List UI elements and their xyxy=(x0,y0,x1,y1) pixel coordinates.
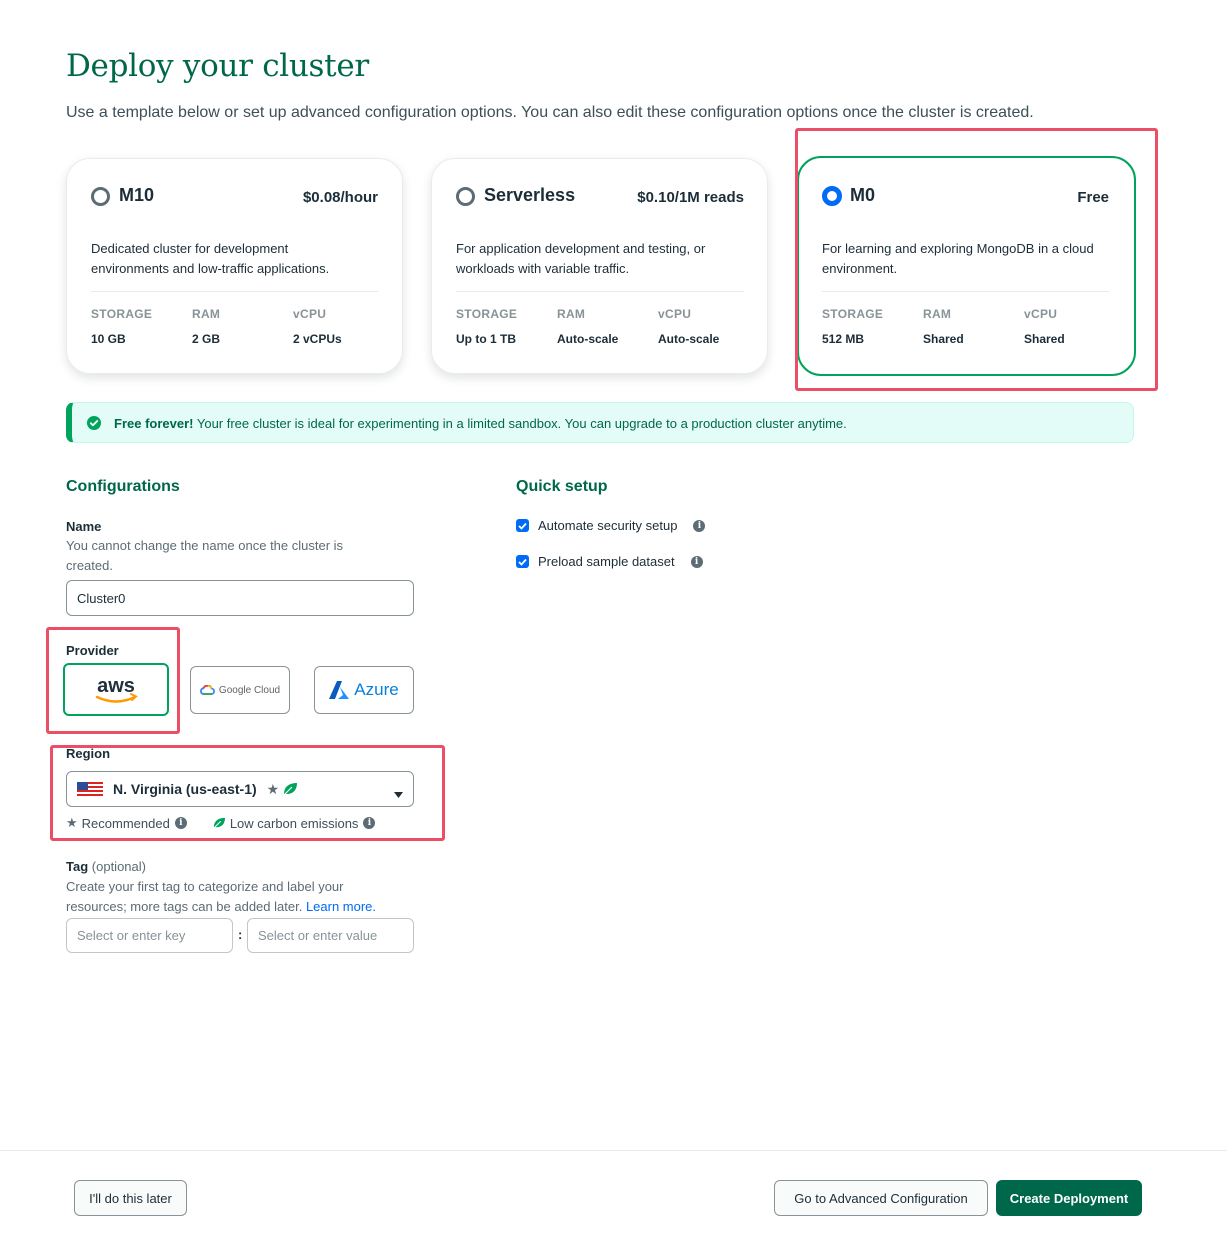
tier-price: $0.08/hour xyxy=(302,189,378,206)
highlight-box-provider xyxy=(46,627,180,734)
tier-description: Dedicated cluster for development environ… xyxy=(91,241,330,276)
learn-more-link[interactable]: Learn more. xyxy=(306,899,376,914)
automate-security-option[interactable]: Automate security setup i xyxy=(516,518,706,533)
radio-icon[interactable] xyxy=(456,187,475,206)
vcpu-label: vCPU xyxy=(293,307,327,321)
google-cloud-label: Google Cloud xyxy=(218,684,281,696)
provider-google-cloud-button[interactable]: Google Cloud xyxy=(190,666,290,714)
tier-name: M10 xyxy=(119,185,155,205)
info-icon[interactable]: i xyxy=(690,555,703,568)
advanced-configuration-button[interactable]: Go to Advanced Configuration xyxy=(774,1180,988,1216)
tag-key-input[interactable]: Select or enter key xyxy=(66,918,233,953)
ram-label: RAM xyxy=(557,307,586,321)
divider xyxy=(91,291,378,292)
checkbox-label: Preload sample dataset xyxy=(538,554,675,569)
configurations-heading: Configurations xyxy=(66,478,180,495)
divider xyxy=(456,291,744,292)
checkbox-checked-icon[interactable] xyxy=(516,519,529,532)
page-title: Deploy your cluster xyxy=(66,48,369,84)
ram-value: Auto-scale xyxy=(557,332,619,346)
azure-icon xyxy=(329,681,350,699)
cluster-name-input[interactable]: Cluster0 xyxy=(66,580,414,616)
name-description: You cannot change the name once the clus… xyxy=(66,538,344,573)
do-this-later-button[interactable]: I'll do this later xyxy=(74,1180,187,1216)
vcpu-label: vCPU xyxy=(658,307,692,321)
tag-separator: : xyxy=(238,927,243,942)
tag-value-input[interactable]: Select or enter value xyxy=(247,918,414,953)
azure-label: Azure xyxy=(354,680,399,699)
ram-label: RAM xyxy=(192,307,221,321)
provider-azure-button[interactable]: Azure xyxy=(314,666,414,714)
highlight-box-region xyxy=(50,745,445,841)
tier-description: For application development and testing,… xyxy=(456,241,706,276)
ram-value: 2 GB xyxy=(192,332,221,346)
banner-message: Free forever! Your free cluster is ideal… xyxy=(114,416,847,431)
highlight-box-m0 xyxy=(795,128,1158,391)
checkbox-checked-icon[interactable] xyxy=(516,555,529,568)
tier-name: Serverless xyxy=(484,185,576,205)
tag-label: Tag (optional) xyxy=(66,859,146,874)
checkbox-label: Automate security setup xyxy=(538,518,678,533)
preload-dataset-option[interactable]: Preload sample dataset i xyxy=(516,554,703,569)
vcpu-value: 2 vCPUs xyxy=(293,332,342,346)
check-circle-icon xyxy=(87,416,101,430)
storage-label: STORAGE xyxy=(91,307,153,321)
vcpu-value: Auto-scale xyxy=(658,332,720,346)
storage-value: 10 GB xyxy=(91,332,126,346)
storage-label: STORAGE xyxy=(456,307,518,321)
radio-icon[interactable] xyxy=(91,187,110,206)
name-label: Name xyxy=(66,519,102,534)
tag-description: Create your first tag to categorize and … xyxy=(66,879,377,914)
page-subtitle: Use a template below or set up advanced … xyxy=(66,104,1034,121)
storage-value: Up to 1 TB xyxy=(456,332,516,346)
create-deployment-button[interactable]: Create Deployment xyxy=(996,1180,1142,1216)
quick-setup-heading: Quick setup xyxy=(516,478,608,495)
info-icon[interactable]: i xyxy=(693,519,706,532)
footer-divider xyxy=(0,1150,1227,1151)
tier-price: $0.10/1M reads xyxy=(637,189,744,206)
google-cloud-icon xyxy=(200,685,215,695)
